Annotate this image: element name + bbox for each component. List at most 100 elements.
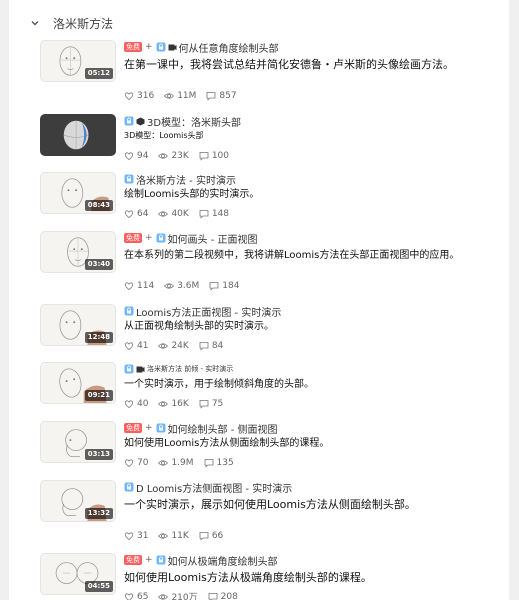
comment-count: 75 xyxy=(211,399,224,409)
lock-icon xyxy=(156,42,166,52)
lock-icon xyxy=(124,174,134,184)
lesson-title[interactable]: 何从任意角度绘制头部 xyxy=(179,40,279,55)
eye-icon xyxy=(158,533,169,539)
3d-head-image xyxy=(63,120,89,150)
lesson-title[interactable]: 如何绘制头部 - 侧面视图 xyxy=(168,421,278,436)
like-icon xyxy=(124,152,134,161)
chevron-down-icon xyxy=(31,21,39,26)
lesson-title[interactable]: 如何从极端角度绘制头部 xyxy=(168,553,278,568)
lesson-title[interactable]: D Loomis方法侧面视图 - 实时演示 xyxy=(136,480,292,495)
lesson-thumbnail[interactable]: 13:32 xyxy=(40,480,116,522)
section-title: 洛米斯方法 xyxy=(53,16,114,31)
like-count: 64 xyxy=(137,209,149,219)
lesson-item[interactable]: 03:40 免费 + 如何画头 - 正面视图 在本系列的第二段视频中，我将讲解L… xyxy=(40,231,500,291)
lesson-description: 在本系列的第二段视频中，我将讲解Loomis方法在头部正面视图中的应用。 xyxy=(124,250,460,261)
duration-label: 05:12 xyxy=(84,68,113,79)
like-count: 65 xyxy=(137,591,149,600)
lesson-description: 3D模型：Loomis头部 xyxy=(124,131,204,140)
lesson-description: 在第一课中，我将尝试总结并简化安德鲁・卢米斯的头像绘画方法。 xyxy=(124,58,454,71)
eye-icon xyxy=(158,460,169,466)
lesson-description: 一个实时演示，展示如何使用Loomis方法从侧面绘制头部。 xyxy=(124,498,416,511)
view-count: 11K xyxy=(171,531,189,541)
comment-icon xyxy=(199,342,209,351)
view-count: 3.6M xyxy=(177,281,200,291)
lesson-item[interactable]: 3D模型：洛米斯头部 3D模型：Loomis头部 94 23K 100 xyxy=(40,114,500,164)
duration-label: 09:21 xyxy=(84,390,113,401)
comment-icon xyxy=(199,532,209,541)
lesson-thumbnail[interactable]: 09:21 xyxy=(40,362,116,404)
lesson-thumbnail[interactable]: 03:13 xyxy=(40,421,116,463)
eye-icon xyxy=(158,211,169,217)
comment-icon xyxy=(204,459,213,468)
comment-count: 184 xyxy=(222,281,240,291)
lesson-item[interactable]: 13:32 D Loomis方法侧面视图 - 实时演示 一个实时演示，展示如何使… xyxy=(40,480,500,542)
like-count: 41 xyxy=(137,341,149,351)
lesson-item[interactable]: 09:21 洛米斯方法 前倾 - 实时演示 一个实时演示，用于绘制倾斜角度的头部… xyxy=(40,362,500,412)
section-header[interactable]: 洛米斯方法 xyxy=(29,14,113,32)
lock-icon xyxy=(124,116,134,126)
plus-icon: + xyxy=(145,233,153,243)
like-count: 94 xyxy=(137,151,149,161)
video-icon xyxy=(136,366,145,372)
lesson-thumbnail[interactable]: 04:55 xyxy=(40,553,116,595)
free-badge: 免费 xyxy=(124,233,142,243)
eye-icon xyxy=(158,153,169,159)
lock-icon xyxy=(156,233,166,243)
lock-icon xyxy=(124,482,134,492)
comment-icon xyxy=(199,400,209,409)
lesson-item[interactable]: 08:43 洛米斯方法 - 实时演示 绘制Loomis头部的实时演示。 64 4… xyxy=(40,172,500,222)
eye-icon xyxy=(158,343,169,349)
like-icon xyxy=(124,282,134,291)
view-count: 40K xyxy=(171,209,189,219)
lesson-thumbnail[interactable]: 08:43 xyxy=(40,172,116,214)
lesson-description: 如何使用Loomis方法从极端角度绘制头部的课程。 xyxy=(124,571,372,584)
lesson-item[interactable]: 12:48 Loomis方法正面视图 - 实时演示 从正面视角绘制头部的实时演示… xyxy=(40,304,500,354)
comment-icon xyxy=(199,152,209,161)
lesson-thumbnail[interactable]: 03:40 xyxy=(40,231,116,273)
like-count: 316 xyxy=(137,91,155,101)
like-icon xyxy=(124,92,134,101)
view-count: 24K xyxy=(171,341,189,351)
like-icon xyxy=(124,532,134,541)
video-icon xyxy=(168,44,177,50)
eye-icon xyxy=(164,283,175,289)
lesson-item[interactable]: 04:55 免费 + 如何从极端角度绘制头部 如何使用Loomis方法从极端角度… xyxy=(40,553,500,600)
comment-count: 857 xyxy=(219,91,237,101)
like-count: 70 xyxy=(137,458,149,468)
duration-label: 04:55 xyxy=(84,581,113,592)
comment-icon xyxy=(207,92,216,101)
comment-count: 208 xyxy=(220,591,238,600)
course-panel: 洛米斯方法 05:12 免费 + 何从任意角度绘制头部 在第一课中，我将尝试总结… xyxy=(9,0,509,600)
lesson-description: 绘制Loomis头部的实时演示。 xyxy=(124,189,260,200)
like-icon xyxy=(124,592,134,600)
duration-label: 08:43 xyxy=(84,200,113,211)
lesson-description: 一个实时演示，用于绘制倾斜角度的头部。 xyxy=(124,379,314,390)
lesson-thumbnail[interactable]: 12:48 xyxy=(40,304,116,346)
lesson-title[interactable]: 如何画头 - 正面视图 xyxy=(168,231,258,246)
eye-icon xyxy=(164,93,175,99)
plus-icon: + xyxy=(145,42,153,52)
lesson-title[interactable]: 洛米斯方法 - 实时演示 xyxy=(136,172,236,187)
lesson-thumbnail[interactable]: 05:12 xyxy=(40,40,116,82)
lesson-item[interactable]: 05:12 免费 + 何从任意角度绘制头部 在第一课中，我将尝试总结并简化安德鲁… xyxy=(40,40,500,102)
lock-icon xyxy=(156,423,166,433)
comment-count: 135 xyxy=(216,458,234,468)
lesson-title[interactable]: Loomis方法正面视图 - 实时演示 xyxy=(136,304,281,319)
comment-count: 148 xyxy=(211,209,229,219)
lesson-description: 从正面视角绘制头部的实时演示。 xyxy=(124,321,274,332)
lesson-item[interactable]: 03:13 免费 + 如何绘制头部 - 侧面视图 如何使用Loomis方法从侧面… xyxy=(40,421,500,471)
like-count: 31 xyxy=(137,531,149,541)
duration-label: 03:40 xyxy=(84,259,113,270)
comment-count: 100 xyxy=(211,151,229,161)
view-count: 23K xyxy=(171,151,189,161)
duration-label: 03:13 xyxy=(84,449,113,460)
duration-label: 12:48 xyxy=(84,332,113,343)
lesson-description: 如何使用Loomis方法从侧面绘制头部的课程。 xyxy=(124,438,330,449)
lesson-thumbnail[interactable] xyxy=(40,114,116,156)
plus-icon: + xyxy=(145,423,153,433)
lesson-title[interactable]: 3D模型：洛米斯头部 xyxy=(147,114,241,129)
comment-count: 66 xyxy=(211,531,224,541)
eye-icon xyxy=(158,593,169,600)
lesson-title[interactable]: 洛米斯方法 前倾 - 实时演示 xyxy=(147,364,233,374)
like-icon xyxy=(124,210,134,219)
